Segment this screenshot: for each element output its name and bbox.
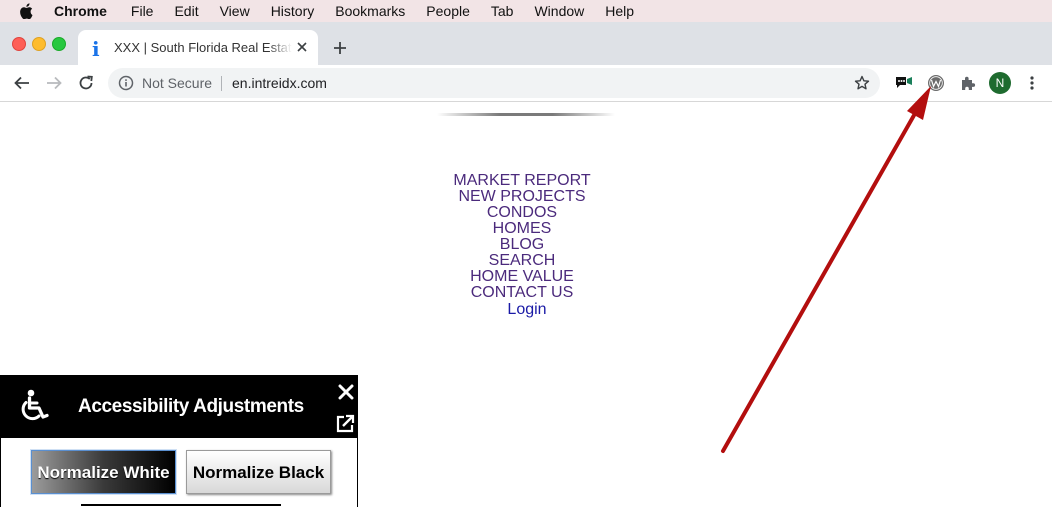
window-zoom-button[interactable] <box>52 37 66 51</box>
new-tab-plus-icon[interactable] <box>330 38 350 58</box>
url-text[interactable]: en.intreidx.com <box>232 75 327 91</box>
nav-market-report[interactable]: MARKET REPORT <box>422 173 622 189</box>
apple-logo-icon[interactable] <box>19 3 35 19</box>
back-arrow-icon[interactable] <box>12 73 32 93</box>
extension-w-icon[interactable] <box>926 73 946 93</box>
browser-toolbar: Not Secure en.intreidx.com N <box>0 65 1052 102</box>
menu-view[interactable]: View <box>220 3 250 19</box>
window-close-button[interactable] <box>12 37 26 51</box>
menu-tab[interactable]: Tab <box>491 3 514 19</box>
accessibility-panel: Accessibility Adjustments Normalize Whit… <box>0 375 358 507</box>
popout-external-icon[interactable] <box>335 414 355 439</box>
tab-title: XXX | South Florida Real Estate <box>114 40 292 55</box>
profile-avatar[interactable]: N <box>989 72 1011 94</box>
menu-window[interactable]: Window <box>534 3 584 19</box>
tab-close-icon[interactable] <box>294 39 310 55</box>
extensions-puzzle-icon[interactable] <box>958 73 978 93</box>
extension-chat-video-icon[interactable] <box>894 73 914 93</box>
accessibility-panel-header: Accessibility Adjustments <box>1 376 357 438</box>
menu-edit[interactable]: Edit <box>174 3 198 19</box>
bookmark-star-icon[interactable] <box>854 75 870 96</box>
address-bar[interactable]: Not Secure en.intreidx.com <box>108 68 880 98</box>
forward-arrow-icon[interactable] <box>44 73 64 93</box>
macos-menu-bar: Chrome File Edit View History Bookmarks … <box>0 0 1052 22</box>
menu-app-chrome[interactable]: Chrome <box>54 3 107 19</box>
nav-blog[interactable]: BLOG <box>422 237 622 253</box>
window-minimize-button[interactable] <box>32 37 46 51</box>
menu-file[interactable]: File <box>131 3 154 19</box>
normalize-white-button[interactable]: Normalize White <box>31 450 176 494</box>
not-secure-label: Not Secure <box>142 75 213 91</box>
reload-icon[interactable] <box>76 73 96 93</box>
nav-new-projects[interactable]: NEW PROJECTS <box>422 189 622 205</box>
normalize-black-button[interactable]: Normalize Black <box>186 450 331 494</box>
nav-home-value[interactable]: HOME VALUE <box>422 269 622 285</box>
menu-history[interactable]: History <box>271 3 315 19</box>
browser-tab-active[interactable]: i XXX | South Florida Real Estate <box>78 30 318 65</box>
nav-contact-us[interactable]: CONTACT US <box>422 285 622 301</box>
nav-homes[interactable]: HOMES <box>422 221 622 237</box>
omnibox-separator <box>221 76 222 91</box>
close-icon[interactable] <box>338 384 354 405</box>
header-divider <box>437 113 615 116</box>
accessibility-panel-title: Accessibility Adjustments <box>78 396 304 417</box>
menu-bookmarks[interactable]: Bookmarks <box>335 3 405 19</box>
site-info-icon[interactable] <box>118 75 134 96</box>
chrome-menu-kebab-icon[interactable] <box>1022 73 1042 93</box>
menu-people[interactable]: People <box>426 3 470 19</box>
menu-help[interactable]: Help <box>605 3 634 19</box>
info-i-icon: i <box>92 37 100 61</box>
next-button-top-edge <box>81 504 281 506</box>
tab-strip: i XXX | South Florida Real Estate <box>0 22 1052 65</box>
nav-condos[interactable]: CONDOS <box>422 205 622 221</box>
nav-login-link[interactable]: Login <box>422 302 622 318</box>
nav-search[interactable]: SEARCH <box>422 253 622 269</box>
site-navigation: MARKET REPORT NEW PROJECTS CONDOS HOMES … <box>422 173 622 318</box>
wheelchair-icon <box>17 388 53 429</box>
